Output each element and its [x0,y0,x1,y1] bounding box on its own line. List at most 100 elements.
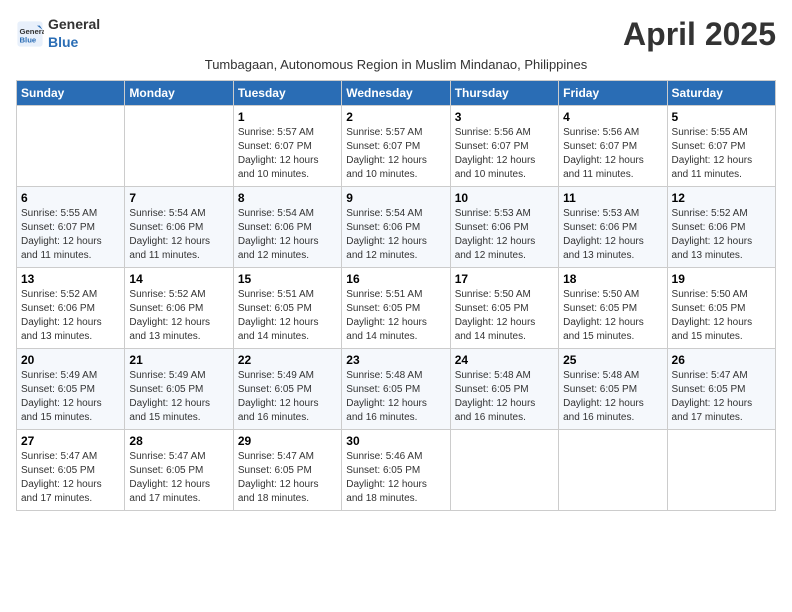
day-number: 20 [21,353,120,367]
day-number: 21 [129,353,228,367]
day-number: 24 [455,353,554,367]
weekday-header: Friday [559,81,667,106]
day-number: 14 [129,272,228,286]
day-info: Sunrise: 5:48 AM Sunset: 6:05 PM Dayligh… [455,369,554,425]
day-info: Sunrise: 5:49 AM Sunset: 6:05 PM Dayligh… [129,369,228,425]
day-info: Sunrise: 5:56 AM Sunset: 6:07 PM Dayligh… [455,126,554,182]
calendar-week-row: 27 Sunrise: 5:47 AM Sunset: 6:05 PM Dayli… [17,430,776,511]
calendar-cell: 17Sunrise: 5:50 AM Sunset: 6:05 PM Dayli… [450,268,558,349]
day-info: Sunrise: 5:54 AM Sunset: 6:06 PM Dayligh… [129,207,228,263]
calendar-cell [667,430,775,511]
day-number: 19 [672,272,771,286]
day-info: Sunrise: 5:53 AM Sunset: 6:06 PM Dayligh… [563,207,662,263]
day-info: Sunrise: 5:49 AM Sunset: 6:05 PM Dayligh… [21,369,120,425]
day-number: 3 [455,110,554,124]
day-number: 11 [563,191,662,205]
day-number: 17 [455,272,554,286]
calendar-week-row: 13 Sunrise: 5:52 AM Sunset: 6:06 PM Dayli… [17,268,776,349]
day-number: 30 [346,434,445,448]
day-info: Sunrise: 5:55 AM Sunset: 6:07 PM Dayligh… [672,126,771,182]
calendar-cell: 24 Sunrise: 5:48 AM Sunset: 6:05 PM Dayli… [450,349,558,430]
page-header: General Blue General Blue April 2025 [16,16,776,53]
day-info: Sunrise: 5:53 AM Sunset: 6:06 PM Dayligh… [455,207,554,263]
calendar-cell [17,106,125,187]
logo-text: General Blue [48,16,100,51]
day-number: 8 [238,191,337,205]
weekday-header: Wednesday [342,81,450,106]
day-info: Sunrise: 5:54 AM Sunset: 6:06 PM Dayligh… [346,207,445,263]
day-info: Sunrise: 5:52 AM Sunset: 6:06 PM Dayligh… [672,207,771,263]
calendar-cell: 8 Sunrise: 5:54 AM Sunset: 6:06 PM Daylig… [233,187,341,268]
calendar-cell: 25 Sunrise: 5:48 AM Sunset: 6:05 PM Dayli… [559,349,667,430]
calendar-week-row: 20 Sunrise: 5:49 AM Sunset: 6:05 PM Dayli… [17,349,776,430]
day-number: 22 [238,353,337,367]
day-number: 26 [672,353,771,367]
calendar-cell: 21 Sunrise: 5:49 AM Sunset: 6:05 PM Dayli… [125,349,233,430]
day-number: 4 [563,110,662,124]
weekday-header: Saturday [667,81,775,106]
calendar-cell [125,106,233,187]
day-info: Sunrise: 5:51 AM Sunset: 6:05 PM Dayligh… [346,288,445,344]
calendar-cell: 26 Sunrise: 5:47 AM Sunset: 6:05 PM Dayli… [667,349,775,430]
calendar-cell: 28 Sunrise: 5:47 AM Sunset: 6:05 PM Dayli… [125,430,233,511]
day-number: 6 [21,191,120,205]
calendar-cell: 22 Sunrise: 5:49 AM Sunset: 6:05 PM Dayli… [233,349,341,430]
calendar-cell: 23Sunrise: 5:48 AM Sunset: 6:05 PM Dayli… [342,349,450,430]
weekday-header: Thursday [450,81,558,106]
day-info: Sunrise: 5:49 AM Sunset: 6:05 PM Dayligh… [238,369,337,425]
day-number: 27 [21,434,120,448]
calendar-cell: 6 Sunrise: 5:55 AM Sunset: 6:07 PM Daylig… [17,187,125,268]
day-info: Sunrise: 5:50 AM Sunset: 6:05 PM Dayligh… [672,288,771,344]
day-info: Sunrise: 5:52 AM Sunset: 6:06 PM Dayligh… [129,288,228,344]
calendar-cell [450,430,558,511]
day-number: 7 [129,191,228,205]
day-number: 10 [455,191,554,205]
logo-icon: General Blue [16,20,44,48]
day-info: Sunrise: 5:46 AM Sunset: 6:05 PM Dayligh… [346,450,445,506]
day-info: Sunrise: 5:52 AM Sunset: 6:06 PM Dayligh… [21,288,120,344]
day-number: 15 [238,272,337,286]
calendar-cell: 15 Sunrise: 5:51 AM Sunset: 6:05 PM Dayli… [233,268,341,349]
day-number: 25 [563,353,662,367]
calendar-cell: 7 Sunrise: 5:54 AM Sunset: 6:06 PM Daylig… [125,187,233,268]
day-number: 9 [346,191,445,205]
svg-text:General: General [20,27,45,36]
day-info: Sunrise: 5:54 AM Sunset: 6:06 PM Dayligh… [238,207,337,263]
logo-general: General [48,16,100,32]
weekday-header: Sunday [17,81,125,106]
day-number: 2 [346,110,445,124]
calendar-cell: 27 Sunrise: 5:47 AM Sunset: 6:05 PM Dayli… [17,430,125,511]
calendar-cell [559,430,667,511]
day-info: Sunrise: 5:47 AM Sunset: 6:05 PM Dayligh… [238,450,337,506]
day-info: Sunrise: 5:47 AM Sunset: 6:05 PM Dayligh… [21,450,120,506]
day-info: Sunrise: 5:55 AM Sunset: 6:07 PM Dayligh… [21,207,120,263]
day-number: 13 [21,272,120,286]
calendar-cell: 13 Sunrise: 5:52 AM Sunset: 6:06 PM Dayli… [17,268,125,349]
calendar-table: SundayMondayTuesdayWednesdayThursdayFrid… [16,80,776,511]
day-info: Sunrise: 5:50 AM Sunset: 6:05 PM Dayligh… [563,288,662,344]
day-info: Sunrise: 5:51 AM Sunset: 6:05 PM Dayligh… [238,288,337,344]
day-info: Sunrise: 5:57 AM Sunset: 6:07 PM Dayligh… [346,126,445,182]
day-info: Sunrise: 5:48 AM Sunset: 6:05 PM Dayligh… [563,369,662,425]
calendar-week-row: 1 Sunrise: 5:57 AM Sunset: 6:07 PM Daylig… [17,106,776,187]
calendar-cell: 4 Sunrise: 5:56 AM Sunset: 6:07 PM Daylig… [559,106,667,187]
day-number: 12 [672,191,771,205]
calendar-week-row: 6 Sunrise: 5:55 AM Sunset: 6:07 PM Daylig… [17,187,776,268]
day-info: Sunrise: 5:56 AM Sunset: 6:07 PM Dayligh… [563,126,662,182]
day-number: 23 [346,353,445,367]
day-info: Sunrise: 5:47 AM Sunset: 6:05 PM Dayligh… [672,369,771,425]
day-number: 28 [129,434,228,448]
calendar-cell: 30 Sunrise: 5:46 AM Sunset: 6:05 PM Dayli… [342,430,450,511]
calendar-cell: 29 Sunrise: 5:47 AM Sunset: 6:05 PM Dayli… [233,430,341,511]
calendar-cell: 1Sunrise: 5:57 AM Sunset: 6:07 PM Daylig… [233,106,341,187]
calendar-cell: 2 Sunrise: 5:57 AM Sunset: 6:07 PM Daylig… [342,106,450,187]
calendar-cell: 16Sunrise: 5:51 AM Sunset: 6:05 PM Dayli… [342,268,450,349]
day-number: 18 [563,272,662,286]
day-number: 1 [238,110,337,124]
day-info: Sunrise: 5:47 AM Sunset: 6:05 PM Dayligh… [129,450,228,506]
day-number: 29 [238,434,337,448]
calendar-cell: 18 Sunrise: 5:50 AM Sunset: 6:05 PM Dayli… [559,268,667,349]
logo: General Blue General Blue [16,16,100,51]
calendar-cell: 14 Sunrise: 5:52 AM Sunset: 6:06 PM Dayli… [125,268,233,349]
logo-blue: Blue [48,34,78,50]
